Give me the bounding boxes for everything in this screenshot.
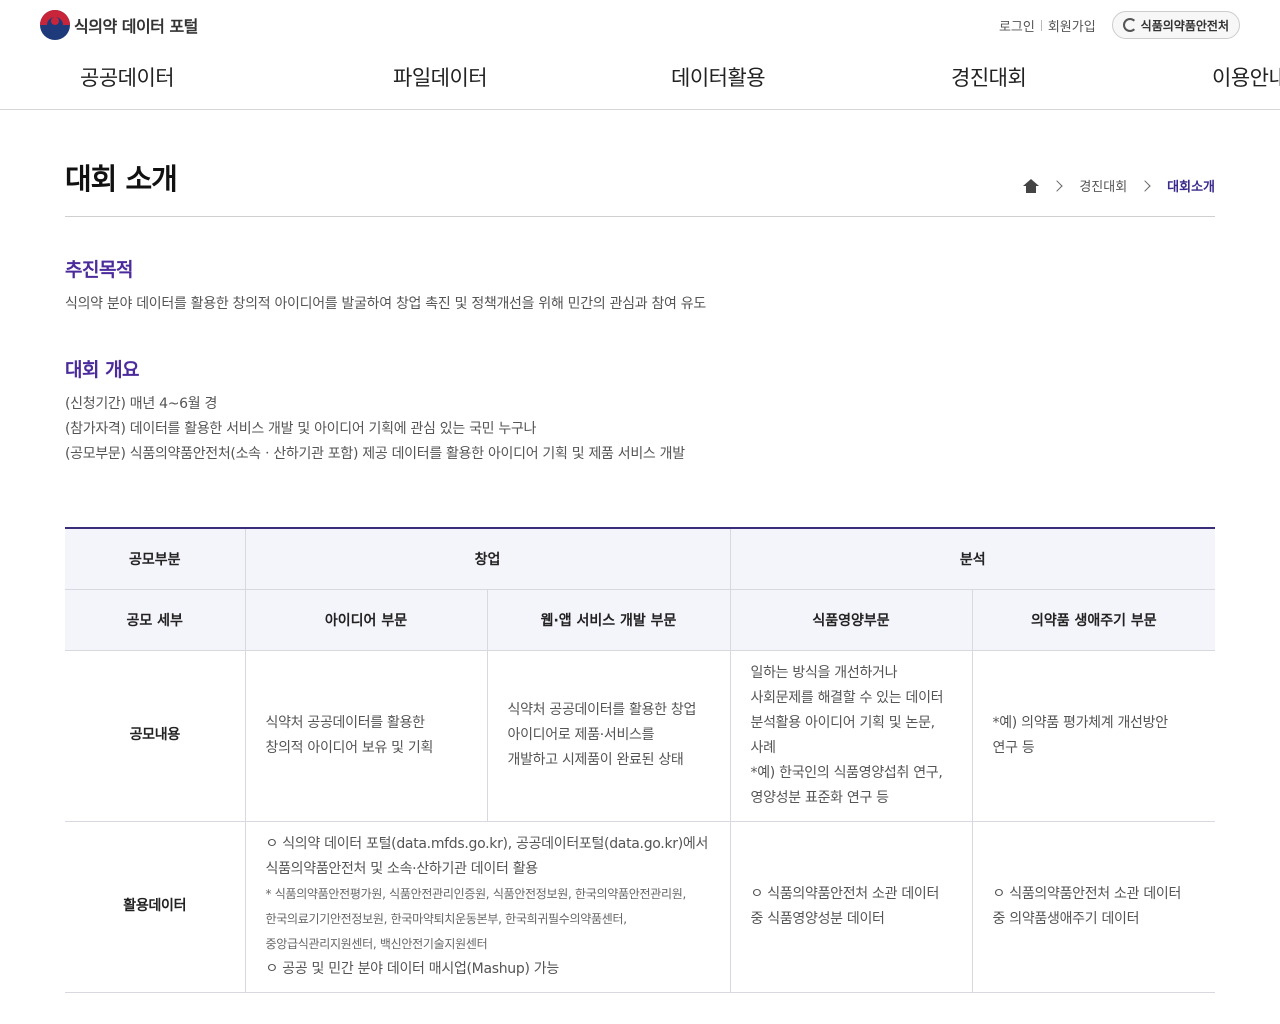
breadcrumb: 경진대회 대회소개 xyxy=(1023,176,1215,195)
overview-list: (신청기간) 매년 4~6월 경 (참가자격) 데이터를 활용한 서비스 개발 … xyxy=(65,392,685,467)
row-label-data: 활용데이터 xyxy=(65,821,246,993)
purpose-heading: 추진목적 xyxy=(65,259,133,281)
government-emblem-icon xyxy=(40,10,70,40)
purpose-text: 식의약 분야 데이터를 활용한 창의적 아이디어를 발굴하여 창업 촉진 및 정… xyxy=(65,296,706,312)
contest-table: 공모부분 창업 분석 공모 세부 아이디어 부문 웹·앱 서비스 개발 부문 식… xyxy=(65,527,1216,993)
table-cell-line: 식약처 공공데이터를 활용한 xyxy=(265,714,426,731)
mfds-site-label: 식품의약품안전처 xyxy=(1140,18,1229,33)
table-cell-line: 사회문제를 해결할 수 있는 데이터 xyxy=(750,689,944,706)
data-drug-lifecycle: ㅇ 식품의약품안전처 소관 데이터 중 의약품생애주기 데이터 xyxy=(972,821,1216,993)
table-row: 활용데이터 ㅇ 식의약 데이터 포털(data.mfds.go.kr), 공공데… xyxy=(65,821,1216,993)
table-cell-line: 식약처 공공데이터를 활용한 창업 xyxy=(507,702,697,718)
logo-text: 식의약 데이터 포털 xyxy=(74,17,198,36)
gnb-item-data-use[interactable]: 데이터활용 xyxy=(671,62,766,92)
gnb-item-file-data[interactable]: 파일데이터 xyxy=(393,62,488,92)
table-cell-line: 중 의약품생애주기 데이터 xyxy=(992,910,1140,927)
overview-heading: 대회 개요 xyxy=(65,359,140,381)
site-logo[interactable]: 식의약 데이터 포털 xyxy=(40,10,198,40)
chevron-right-icon xyxy=(1139,179,1151,192)
table-cell-note: * 식품의약품안전평가원, 식품안전관리인증원, 식품안전정보원, 한국의약품안… xyxy=(265,886,687,901)
table-cell-line: 식품의약품안전처 및 소속·산하기관 데이터 활용 xyxy=(265,860,539,877)
content-drug-lifecycle: *예) 의약품 평가체계 개선방안 연구 등 xyxy=(972,650,1216,822)
overview-eligibility: (참가자격) 데이터를 활용한 서비스 개발 및 아이디어 기획에 관심 있는 … xyxy=(65,421,537,437)
header-startup: 창업 xyxy=(245,528,731,590)
header-food-nutrition: 식품영양부문 xyxy=(730,589,973,651)
table-row: 공모 세부 아이디어 부문 웹·앱 서비스 개발 부문 식품영양부문 의약품 생… xyxy=(65,589,1216,651)
data-food-nutrition: ㅇ 식품의약품안전처 소관 데이터 중 식품영양성분 데이터 xyxy=(730,821,973,993)
page-title: 대회 소개 xyxy=(65,162,178,196)
mfds-logo-icon xyxy=(1122,18,1137,32)
mfds-site-button[interactable]: 식품의약품안전처 xyxy=(1111,11,1240,39)
table-cell-line: 창의적 아이디어 보유 및 기획 xyxy=(265,739,434,756)
chevron-right-icon xyxy=(1051,179,1063,192)
table-cell-line: ㅇ 식의약 데이터 포털(data.mfds.go.kr), 공공데이터포털(d… xyxy=(265,835,709,852)
login-link[interactable]: 로그인 xyxy=(993,16,1041,35)
data-startup: ㅇ 식의약 데이터 포털(data.mfds.go.kr), 공공데이터포털(d… xyxy=(245,821,731,993)
gnb-item-public-data[interactable]: 공공데이터 xyxy=(80,62,175,92)
global-navigation: 공공데이터 파일데이터 데이터활용 경진대회 이용안내 xyxy=(0,50,1280,110)
signup-link[interactable]: 회원가입 xyxy=(1042,16,1102,35)
table-cell-line: 아이디어로 제품·서비스를 xyxy=(507,727,655,743)
table-cell-line: 개발하고 시제품이 완료된 상태 xyxy=(507,752,684,768)
table-cell-line: ㅇ 식품의약품안전처 소관 데이터 xyxy=(992,885,1182,902)
header-category: 공모부분 xyxy=(65,528,246,590)
table-cell-line: ㅇ 공공 및 민간 분야 데이터 매시업(Mashup) 가능 xyxy=(265,960,560,977)
gnb-item-guide[interactable]: 이용안내 xyxy=(1212,62,1280,92)
title-divider xyxy=(65,216,1215,217)
header-detail: 공모 세부 xyxy=(65,589,246,651)
table-cell-note: 중앙급식관리지원센터, 백신안전기술지원센터 xyxy=(265,936,488,951)
content-idea: 식약처 공공데이터를 활용한 창의적 아이디어 보유 및 기획 xyxy=(245,650,488,822)
table-cell-line: *예) 의약품 평가체계 개선방안 xyxy=(992,714,1169,731)
table-cell-line: 분석활용 아이디어 기획 및 논문, xyxy=(750,714,936,731)
row-label-content: 공모내용 xyxy=(65,650,246,822)
overview-category: (공모부문) 식품의약품안전처(소속ㆍ산하기관 포함) 제공 데이터를 활용한 … xyxy=(65,446,685,462)
table-cell-line: 영양성분 표준화 연구 등 xyxy=(750,789,890,806)
header-idea: 아이디어 부문 xyxy=(245,589,488,651)
table-row: 공모부분 창업 분석 xyxy=(65,528,1216,590)
table-cell-line: 연구 등 xyxy=(992,739,1035,756)
utility-menu: 로그인 회원가입 식품의약품안전처 xyxy=(993,11,1240,39)
home-icon[interactable] xyxy=(1023,178,1040,193)
table-cell-line: *예) 한국인의 식품영양섭취 연구, xyxy=(750,764,943,781)
table-cell-line: 일하는 방식을 개선하거나 xyxy=(750,664,898,681)
breadcrumb-contest[interactable]: 경진대회 xyxy=(1079,176,1127,195)
breadcrumb-current[interactable]: 대회소개 xyxy=(1167,176,1215,195)
content-food-nutrition: 일하는 방식을 개선하거나 사회문제를 해결할 수 있는 데이터 분석활용 아이… xyxy=(730,650,973,822)
table-cell-line: 사례 xyxy=(750,739,776,756)
table-cell-line: 중 식품영양성분 데이터 xyxy=(750,910,885,927)
table-cell-line: ㅇ 식품의약품안전처 소관 데이터 xyxy=(750,885,940,902)
table-row: 공모내용 식약처 공공데이터를 활용한 창의적 아이디어 보유 및 기획 식약처… xyxy=(65,650,1216,822)
header-webapp: 웹·앱 서비스 개발 부문 xyxy=(487,589,731,651)
gnb-item-contest[interactable]: 경진대회 xyxy=(951,62,1027,92)
table-cell-note: 한국의료기기안전정보원, 한국마약퇴치운동본부, 한국희귀필수의약품센터, xyxy=(265,911,628,926)
header-analysis: 분석 xyxy=(730,528,1216,590)
header-drug-lifecycle: 의약품 생애주기 부문 xyxy=(972,589,1216,651)
content-webapp: 식약처 공공데이터를 활용한 창업 아이디어로 제품·서비스를 개발하고 시제품… xyxy=(487,650,731,822)
overview-period: (신청기간) 매년 4~6월 경 xyxy=(65,396,218,412)
